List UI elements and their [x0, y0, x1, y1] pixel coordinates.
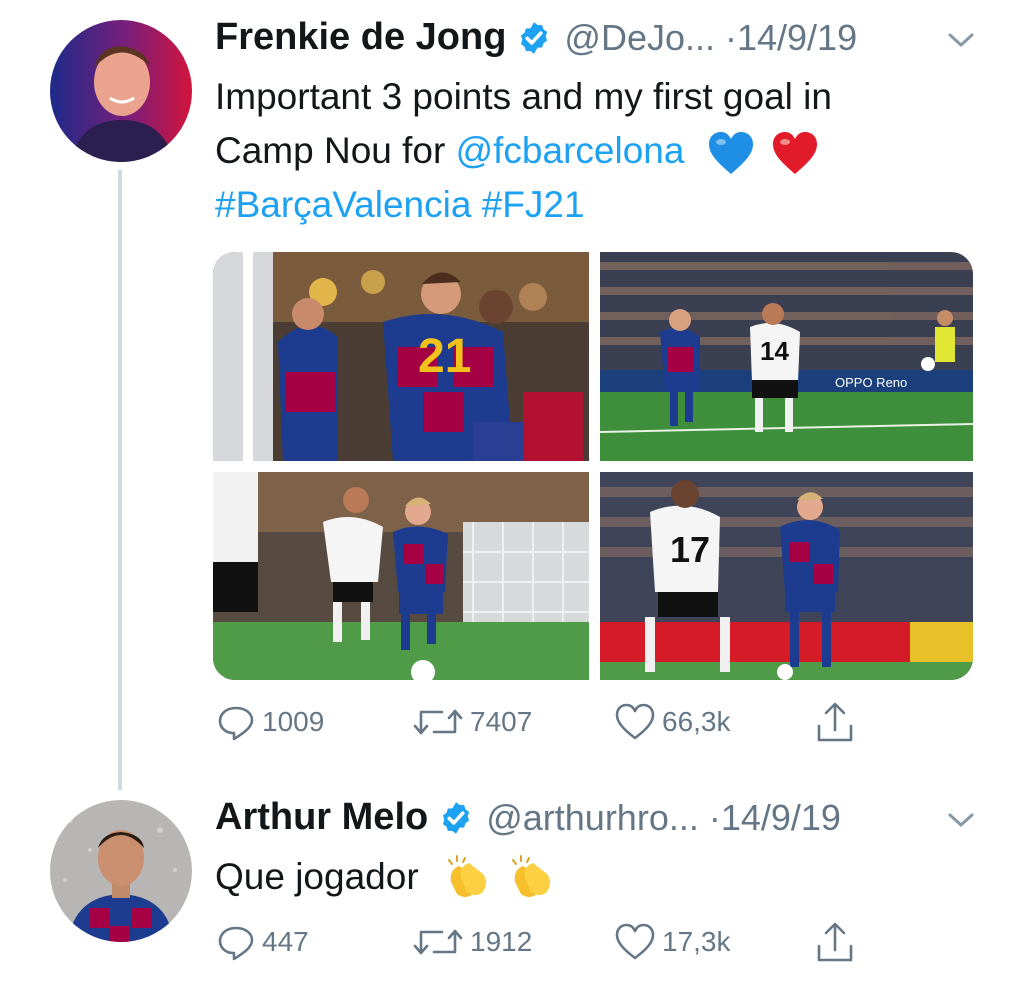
- retweet-icon: [413, 929, 463, 955]
- media-grid[interactable]: 21 OPPO Reno 14 17: [213, 252, 973, 680]
- avatar[interactable]: [50, 800, 192, 942]
- tweet-text-line: Camp Nou for @fcbarcelona: [215, 124, 1005, 178]
- verified-badge-icon: [443, 801, 470, 834]
- reply-button[interactable]: 1009: [216, 702, 324, 742]
- ad-board-text: OPPO Reno: [835, 375, 907, 390]
- retweet-button[interactable]: 7407: [412, 702, 532, 742]
- retweet-icon: [413, 709, 463, 735]
- author-handle[interactable]: @arthurhro...: [486, 797, 699, 839]
- chevron-down-icon[interactable]: [946, 810, 976, 830]
- tweet-text: Important 3 points and my first goal in …: [215, 70, 1005, 232]
- photo-duel[interactable]: 17: [600, 472, 973, 680]
- heart-icon: [615, 703, 655, 740]
- author-handle[interactable]: @DeJo...: [564, 17, 715, 59]
- jersey-number: 17: [670, 529, 710, 570]
- photo-celebration[interactable]: 21: [213, 252, 589, 461]
- retweet-count: 7407: [470, 706, 533, 737]
- share-button[interactable]: [814, 700, 862, 744]
- clapping-hands-emoji: [447, 855, 486, 898]
- tweet-text-line: Que jogador: [215, 856, 419, 897]
- tweet-date[interactable]: ·14/9/19: [725, 17, 857, 59]
- chevron-down-icon[interactable]: [946, 30, 976, 50]
- reply-button[interactable]: 447: [216, 922, 309, 962]
- tweet-text-line: #BarçaValencia #FJ21: [215, 178, 1005, 232]
- reply-count: 447: [262, 926, 309, 957]
- reply-icon: [218, 926, 254, 961]
- like-button[interactable]: 17,3k: [614, 922, 731, 962]
- reply-icon: [218, 706, 254, 741]
- retweet-count: 1912: [470, 926, 533, 957]
- tweet-date[interactable]: ·14/9/19: [709, 797, 841, 839]
- hashtag-link[interactable]: #FJ21: [482, 184, 585, 225]
- photo-dribble[interactable]: [213, 472, 589, 680]
- jersey-number: 14: [760, 336, 789, 366]
- share-icon: [817, 922, 853, 962]
- hashtag-link[interactable]: #BarçaValencia: [215, 184, 471, 225]
- author-name[interactable]: Frenkie de Jong: [215, 16, 506, 59]
- avatar[interactable]: [50, 20, 192, 162]
- photo-midfield[interactable]: OPPO Reno 14: [600, 252, 973, 461]
- heart-icon: [615, 923, 655, 960]
- like-button[interactable]: 66,3k: [614, 702, 731, 742]
- thread-connector-line: [118, 170, 122, 790]
- share-button[interactable]: [814, 920, 862, 964]
- share-icon: [817, 702, 853, 742]
- reply-count: 1009: [262, 706, 325, 737]
- blue-heart-emoji: [708, 132, 753, 175]
- mention-link[interactable]: @fcbarcelona: [456, 130, 685, 171]
- red-heart-emoji: [773, 132, 818, 175]
- like-count: 66,3k: [662, 706, 731, 737]
- tweet-text-line: Important 3 points and my first goal in: [215, 76, 832, 117]
- retweet-button[interactable]: 1912: [412, 922, 532, 962]
- like-count: 17,3k: [662, 926, 731, 957]
- verified-badge-icon: [521, 21, 548, 54]
- author-name[interactable]: Arthur Melo: [215, 796, 428, 839]
- clapping-hands-emoji: [512, 855, 551, 898]
- tweet-text: Que jogador: [215, 850, 1005, 904]
- jersey-number: 21: [418, 330, 471, 383]
